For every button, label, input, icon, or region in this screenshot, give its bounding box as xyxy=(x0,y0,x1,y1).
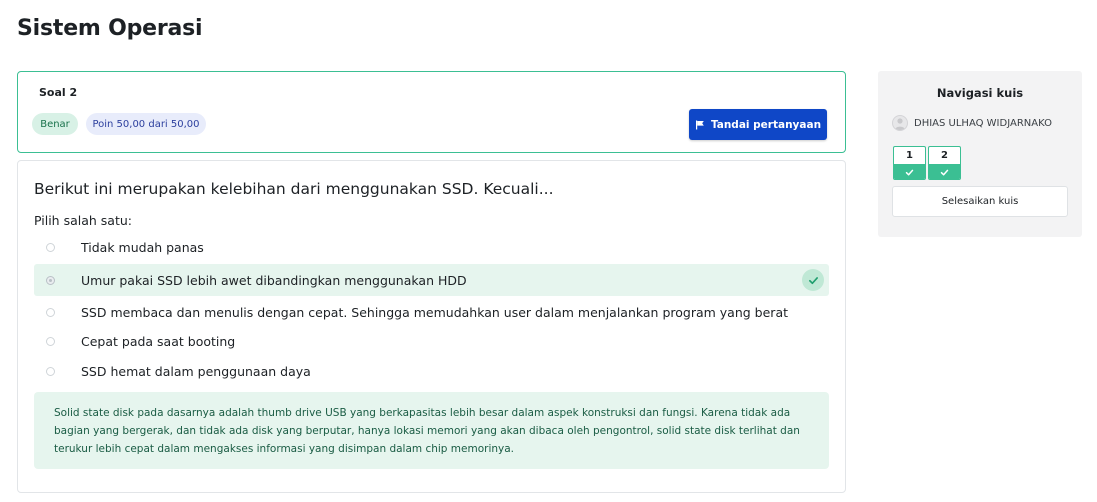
quiz-navigation-panel: Navigasi kuis DHIAS ULHAQ WIDJARNAKO 1 2… xyxy=(878,71,1082,237)
flag-question-label: Tandai pertanyaan xyxy=(710,118,822,131)
quiz-navigation-title: Navigasi kuis xyxy=(936,86,1024,100)
answer-option-selected[interactable]: Umur pakai SSD lebih awet dibandingkan m… xyxy=(34,264,829,296)
points-badge: Poin 50,00 dari 50,00 xyxy=(86,113,206,135)
user-info: DHIAS ULHAQ WIDJARNAKO xyxy=(892,115,1052,131)
question-text: Berikut ini merupakan kelebihan dari men… xyxy=(34,180,554,198)
radio-button[interactable] xyxy=(46,366,55,376)
user-avatar-icon xyxy=(892,115,908,131)
answer-option-label: SSD hemat dalam penggunaan daya xyxy=(81,363,311,379)
question-content-card: Berikut ini merupakan kelebihan dari men… xyxy=(17,160,846,493)
flag-icon xyxy=(695,120,705,130)
radio-button[interactable] xyxy=(46,242,55,252)
check-icon xyxy=(894,164,925,179)
answer-option[interactable]: SSD membaca dan menulis dengan cepat. Se… xyxy=(34,296,829,328)
answer-option-label: Cepat pada saat booting xyxy=(81,333,236,349)
page-title: Sistem Operasi xyxy=(17,16,203,41)
radio-button-checked[interactable] xyxy=(46,275,55,285)
question-nav-button-1[interactable]: 1 xyxy=(893,146,926,180)
answer-option-label: SSD membaca dan menulis dengan cepat. Se… xyxy=(81,304,789,320)
answer-feedback: Solid state disk pada dasarnya adalah th… xyxy=(34,392,829,469)
question-info-card: Soal 2 Benar Poin 50,00 dari 50,00 Tanda… xyxy=(17,71,846,153)
question-number-label: Soal 2 xyxy=(39,86,78,99)
answer-option[interactable]: Cepat pada saat booting xyxy=(34,325,829,357)
answer-option-label: Umur pakai SSD lebih awet dibandingkan m… xyxy=(81,272,467,288)
check-icon xyxy=(929,164,960,179)
flag-question-button[interactable]: Tandai pertanyaan xyxy=(689,109,827,140)
question-nav-button-2[interactable]: 2 xyxy=(928,146,961,180)
answer-option[interactable]: SSD hemat dalam penggunaan daya xyxy=(34,355,829,387)
status-badge: Benar xyxy=(32,113,78,135)
answer-option-label: Tidak mudah panas xyxy=(81,239,204,255)
question-nav-number: 1 xyxy=(906,150,913,161)
radio-button[interactable] xyxy=(46,307,55,317)
answer-prompt: Pilih salah satu: xyxy=(34,213,132,228)
radio-button[interactable] xyxy=(46,336,55,346)
check-icon xyxy=(802,269,824,291)
answer-option[interactable]: Tidak mudah panas xyxy=(34,231,829,263)
question-nav-number: 2 xyxy=(941,150,948,161)
user-name: DHIAS ULHAQ WIDJARNAKO xyxy=(914,117,1052,129)
finish-quiz-button[interactable]: Selesaikan kuis xyxy=(892,186,1068,217)
